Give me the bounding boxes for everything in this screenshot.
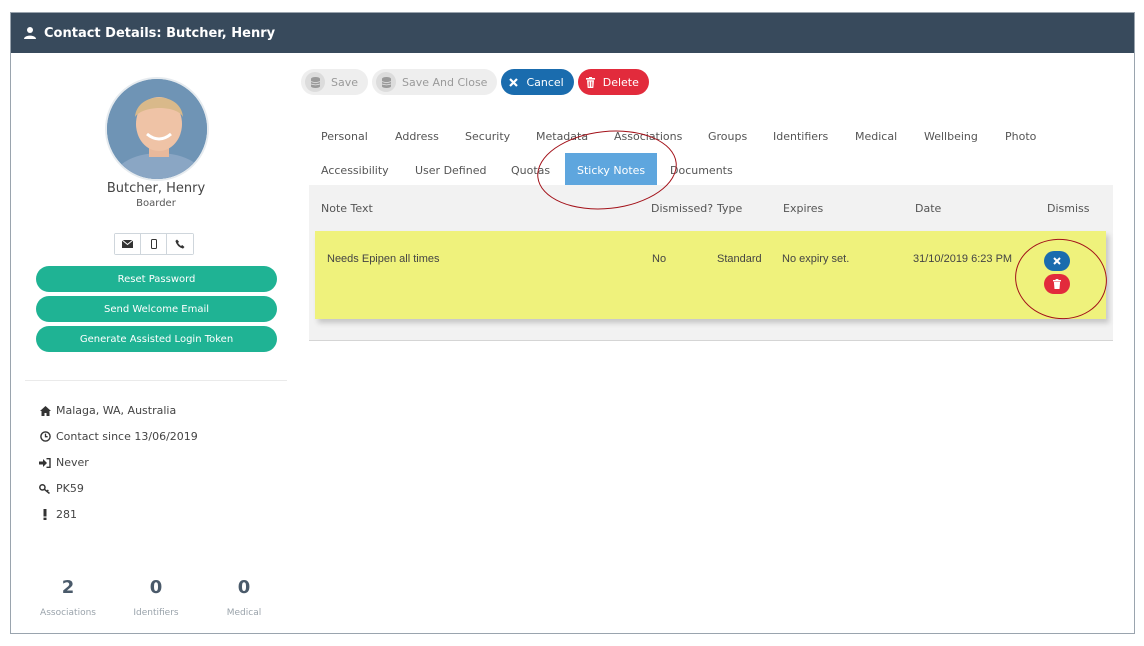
info-last-login: Never <box>39 456 89 469</box>
contact-methods <box>114 233 194 255</box>
tab-medical[interactable]: Medical <box>855 119 897 153</box>
contact-details-window: Contact Details: Butcher, Henry Butcher,… <box>10 12 1135 634</box>
tab-quotas[interactable]: Quotas <box>511 153 550 187</box>
table-row[interactable]: Needs Epipen all times No Standard No ex… <box>315 231 1106 319</box>
col-dismissed[interactable]: Dismissed? <box>651 202 713 215</box>
stat-associations: 2 Associations <box>40 577 96 618</box>
close-icon <box>509 77 519 87</box>
delete-button[interactable]: Delete <box>577 69 649 95</box>
close-icon <box>1053 257 1061 265</box>
tab-sticky-notes[interactable]: Sticky Notes <box>565 153 658 187</box>
save-button[interactable]: Save <box>301 69 369 95</box>
phone-icon[interactable] <box>167 234 193 254</box>
info-alert: 281 <box>39 508 77 521</box>
mobile-icon[interactable] <box>141 234 167 254</box>
avatar <box>105 77 209 181</box>
send-welcome-email-button[interactable]: Send Welcome Email <box>36 296 277 322</box>
col-date[interactable]: Date <box>915 202 941 215</box>
col-type[interactable]: Type <box>717 202 742 215</box>
user-icon <box>24 27 36 39</box>
tab-user-defined[interactable]: User Defined <box>415 153 486 187</box>
window-titlebar: Contact Details: Butcher, Henry <box>11 13 1134 53</box>
tab-address[interactable]: Address <box>395 119 439 153</box>
sticky-notes-grid: Note Text Dismissed? Type Expires Date D… <box>309 185 1113 341</box>
stat-identifiers: 0 Identifiers <box>133 577 179 618</box>
avatar-photo <box>107 79 207 179</box>
info-contact-since: Contact since 13/06/2019 <box>39 430 198 443</box>
save-and-close-button[interactable]: Save And Close <box>372 69 498 95</box>
clock-icon <box>39 431 51 443</box>
tab-metadata[interactable]: Metadata <box>536 119 588 153</box>
reset-password-button[interactable]: Reset Password <box>36 266 277 292</box>
sign-in-icon <box>39 457 51 469</box>
exclamation-icon <box>39 509 51 521</box>
type-cell: Standard <box>717 253 762 265</box>
database-icon <box>376 72 397 92</box>
tab-personal[interactable]: Personal <box>321 119 368 153</box>
database-icon <box>305 72 325 92</box>
date-cell: 31/10/2019 6:23 PM <box>913 253 1013 265</box>
home-icon <box>39 405 51 417</box>
tab-photo[interactable]: Photo <box>1005 119 1036 153</box>
contact-role: Boarder <box>136 198 176 209</box>
tab-identifiers[interactable]: Identifiers <box>773 119 828 153</box>
delete-note-button[interactable] <box>1044 274 1070 294</box>
expires-cell: No expiry set. <box>782 253 850 265</box>
email-icon[interactable] <box>115 234 141 254</box>
tab-groups[interactable]: Groups <box>708 119 747 153</box>
contact-name: Butcher, Henry <box>106 181 206 196</box>
col-note-text[interactable]: Note Text <box>321 202 373 215</box>
info-location: Malaga, WA, Australia <box>39 404 176 417</box>
note-text-cell: Needs Epipen all times <box>327 253 440 265</box>
key-icon <box>39 483 51 495</box>
profile-divider <box>25 380 287 381</box>
tab-wellbeing[interactable]: Wellbeing <box>924 119 978 153</box>
dismiss-note-button[interactable] <box>1044 251 1070 271</box>
col-dismiss[interactable]: Dismiss <box>1047 202 1090 215</box>
trash-icon <box>1053 279 1061 289</box>
info-code: PK59 <box>39 482 84 495</box>
cancel-button[interactable]: Cancel <box>501 69 574 95</box>
col-expires[interactable]: Expires <box>783 202 823 215</box>
tab-documents[interactable]: Documents <box>670 153 733 187</box>
trash-icon <box>585 76 595 88</box>
tab-accessibility[interactable]: Accessibility <box>321 153 389 187</box>
window-title: Contact Details: Butcher, Henry <box>44 25 276 41</box>
dismissed-cell: No <box>652 253 667 265</box>
action-toolbar: Save Save And Close Cancel Delete <box>301 69 649 95</box>
tab-associations[interactable]: Associations <box>614 119 682 153</box>
tab-security[interactable]: Security <box>465 119 510 153</box>
generate-login-token-button[interactable]: Generate Assisted Login Token <box>36 326 277 352</box>
stat-medical: 0 Medical <box>226 577 262 618</box>
profile-panel: Butcher, Henry Boarder Reset Password Se… <box>11 53 301 633</box>
